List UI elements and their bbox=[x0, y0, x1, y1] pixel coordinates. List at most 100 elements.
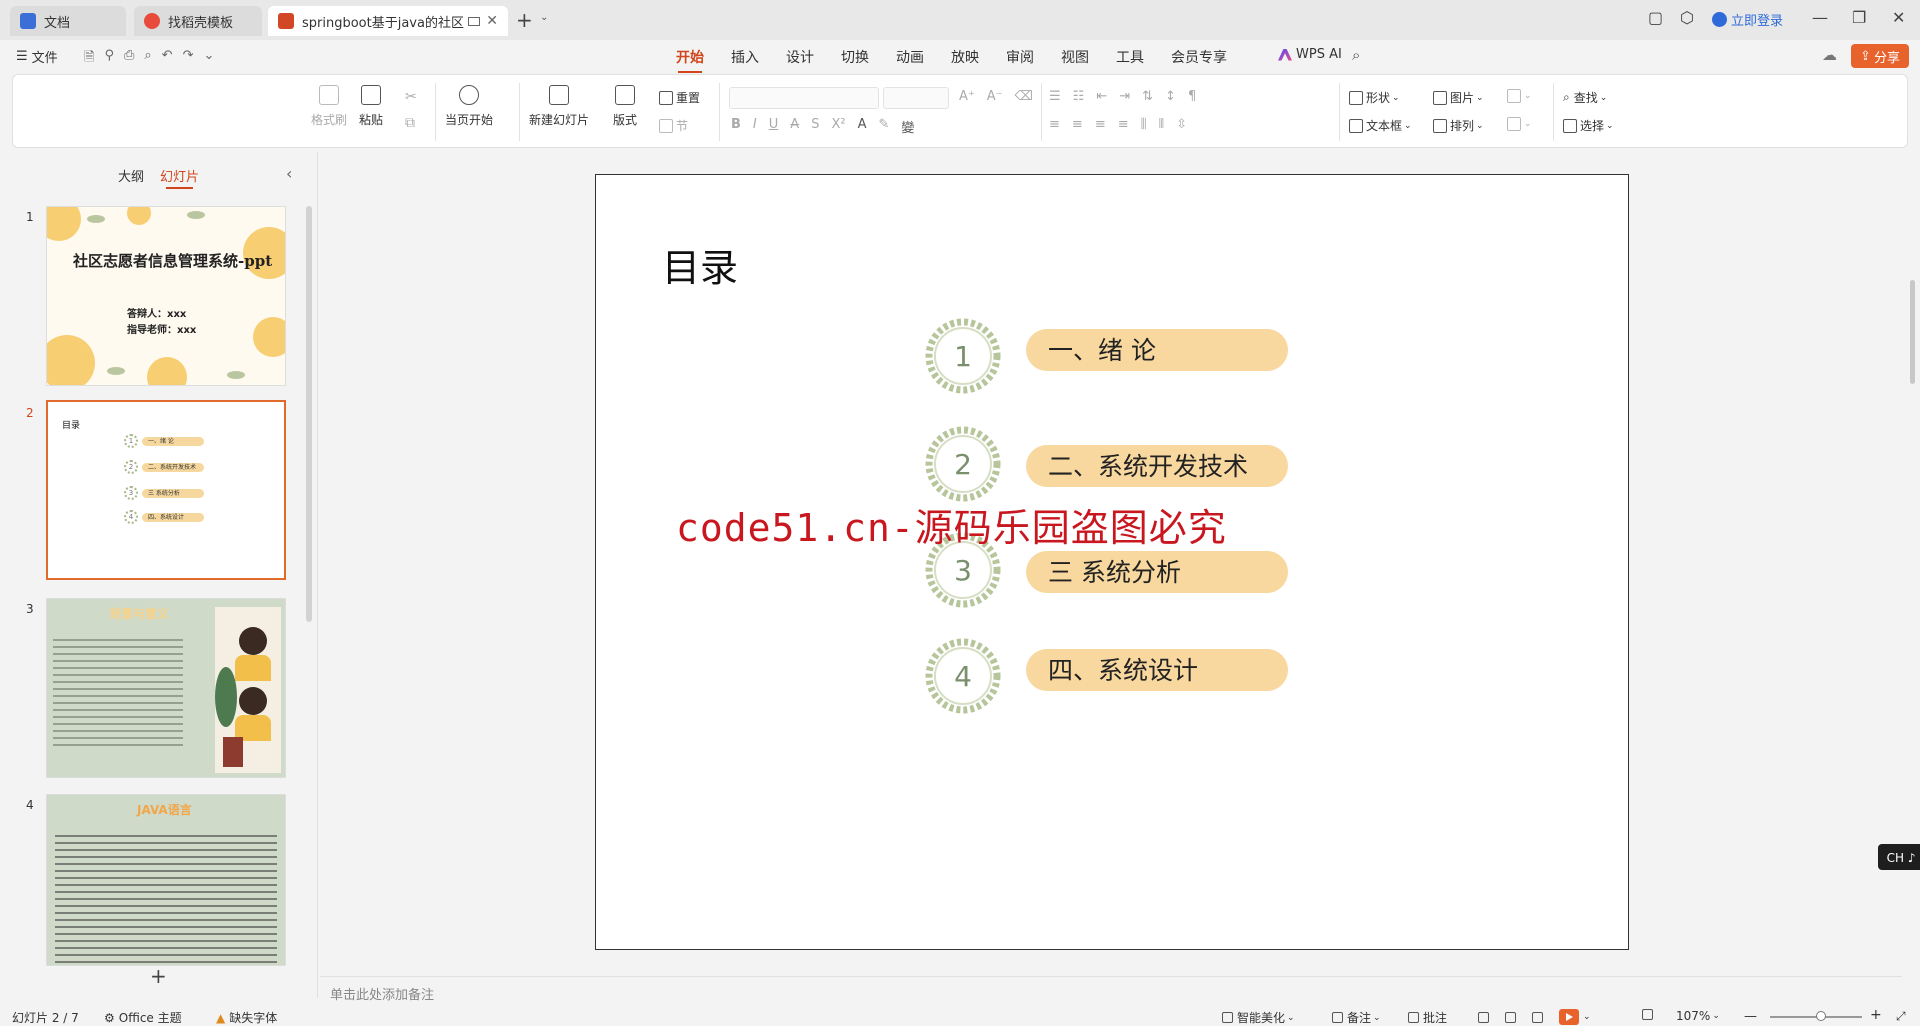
close-window-icon[interactable]: ✕ bbox=[1892, 8, 1905, 27]
italic-icon[interactable]: I bbox=[753, 117, 757, 136]
comments-button[interactable]: 批注 bbox=[1408, 1009, 1447, 1026]
columns-icon[interactable]: ⫴ bbox=[1159, 117, 1164, 132]
line-spacing-icon[interactable]: ↕ bbox=[1165, 89, 1176, 104]
search-icon[interactable]: ⌕ bbox=[1352, 46, 1360, 64]
decrease-indent-icon[interactable]: ⇤ bbox=[1096, 89, 1107, 104]
tab-transitions[interactable]: 切换 bbox=[841, 47, 869, 67]
missing-font-button[interactable]: ▲ 缺失字体 bbox=[216, 1009, 277, 1026]
tab-presentation[interactable]: springboot基于java的社区志 ✕ bbox=[268, 6, 508, 36]
number-ring-2[interactable]: 2 bbox=[922, 423, 1004, 505]
justify-icon[interactable]: ≡ bbox=[1118, 117, 1129, 132]
print-icon[interactable]: ⎙ bbox=[124, 48, 134, 70]
toc-item-4[interactable]: 四、系统设计 bbox=[1026, 649, 1288, 691]
slideshow-play-icon[interactable] bbox=[1559, 1009, 1579, 1025]
textbox-button[interactable]: 文本框 ⌄ bbox=[1349, 117, 1412, 134]
slide-sorter-icon[interactable] bbox=[1505, 1011, 1516, 1023]
font-color-icon[interactable]: A bbox=[858, 117, 867, 136]
ime-indicator[interactable]: CH ♪ 简 bbox=[1878, 844, 1920, 870]
tab-member[interactable]: 会员专享 bbox=[1171, 47, 1227, 67]
underline-icon[interactable]: U bbox=[769, 117, 779, 136]
reading-view-icon[interactable] bbox=[1532, 1011, 1543, 1023]
normal-view-icon[interactable] bbox=[1478, 1011, 1489, 1023]
shadow-icon[interactable]: S bbox=[811, 117, 819, 136]
align-center-icon[interactable]: ≡ bbox=[1072, 117, 1083, 132]
copy-icon[interactable]: ⧉ bbox=[405, 115, 415, 131]
fit-slide-icon[interactable]: ⤢ bbox=[1896, 1009, 1906, 1024]
tab-review[interactable]: 审阅 bbox=[1006, 47, 1034, 67]
window-layout-icon[interactable]: ▢ bbox=[1648, 8, 1663, 27]
tab-daoke-templates[interactable]: 找稻壳模板 bbox=[134, 6, 262, 36]
login-button[interactable]: 立即登录 bbox=[1712, 10, 1783, 29]
distribute-icon[interactable]: ⫼ bbox=[1141, 117, 1147, 132]
paste-button[interactable]: 粘贴 bbox=[359, 85, 383, 128]
number-ring-1[interactable]: 1 bbox=[922, 315, 1004, 397]
tab-animations[interactable]: 动画 bbox=[896, 47, 924, 67]
tab-slides[interactable]: 幻灯片 bbox=[160, 166, 199, 189]
zoom-out-icon[interactable]: — bbox=[1744, 1009, 1757, 1024]
toc-item-3[interactable]: 三 系统分析 bbox=[1026, 551, 1288, 593]
layout-button[interactable]: 版式 bbox=[613, 85, 637, 128]
tab-tools[interactable]: 工具 bbox=[1116, 47, 1144, 67]
tab-outline[interactable]: 大纲 bbox=[118, 166, 144, 185]
toc-item-1[interactable]: 一、绪 论 bbox=[1026, 329, 1288, 371]
outline-button[interactable]: ⌄ bbox=[1507, 117, 1532, 131]
share-link-icon[interactable]: ⚲ bbox=[104, 48, 114, 70]
font-family-select[interactable] bbox=[729, 87, 879, 109]
cloud-sync-icon[interactable]: ☁ bbox=[1822, 46, 1837, 64]
save-icon[interactable]: 🗎 bbox=[84, 48, 94, 70]
shape-button[interactable]: 形状 ⌄ bbox=[1349, 89, 1400, 106]
notes-toggle-button[interactable]: 备注 ⌄ bbox=[1332, 1009, 1381, 1026]
tab-home[interactable]: 开始 bbox=[676, 47, 704, 73]
paragraph-icon[interactable]: ¶ bbox=[1188, 89, 1196, 104]
reset-button[interactable]: 重置 bbox=[659, 89, 700, 106]
number-ring-4[interactable]: 4 bbox=[922, 635, 1004, 717]
notes-placeholder[interactable]: 单击此处添加备注 bbox=[330, 984, 434, 1003]
select-button[interactable]: 选择 ⌄ bbox=[1563, 117, 1614, 134]
chevron-down-icon[interactable]: ⌄ bbox=[540, 12, 548, 23]
zoom-in-icon[interactable]: + bbox=[1870, 1007, 1882, 1023]
collapse-panel-icon[interactable]: ‹ bbox=[286, 164, 292, 183]
add-slide-icon[interactable]: + bbox=[150, 964, 167, 988]
text-direction-icon[interactable]: ⇅ bbox=[1142, 89, 1153, 104]
char-spacing-icon[interactable]: 變 bbox=[901, 117, 914, 136]
tab-design[interactable]: 设计 bbox=[786, 47, 814, 67]
slide-canvas[interactable]: 目录 1 一、绪 论 2 二、系统开发技术 3 三 系统分析 4 四、系统设计 … bbox=[595, 174, 1629, 950]
tab-documents[interactable]: 文档 bbox=[10, 6, 126, 36]
slide-title[interactable]: 目录 bbox=[662, 237, 738, 292]
slide-thumbnail-1[interactable]: 社区志愿者信息管理系统-ppt 答辩人：xxx 指导老师：xxx bbox=[46, 206, 286, 386]
format-painter-button[interactable]: 格式刷 bbox=[311, 85, 347, 128]
start-from-current-button[interactable]: 当页开始 bbox=[445, 85, 493, 128]
numbering-icon[interactable]: ☷ bbox=[1073, 89, 1085, 104]
highlight-icon[interactable]: ✎ bbox=[878, 117, 889, 136]
chevron-down-icon[interactable]: ⌄ bbox=[1583, 1012, 1591, 1022]
increase-font-icon[interactable]: A⁺ bbox=[959, 89, 975, 104]
print-preview-icon[interactable]: ⌕ bbox=[144, 48, 151, 70]
fill-button[interactable]: ⌄ bbox=[1507, 89, 1532, 103]
section-button[interactable]: 节 bbox=[659, 117, 688, 134]
tab-insert[interactable]: 插入 bbox=[731, 47, 759, 67]
minimize-icon[interactable]: — bbox=[1812, 8, 1828, 27]
slide-thumbnail-2[interactable]: 目录 1 一、绪 论 2 二、系统开发技术 3 三 系统分析 4 四、系统设计 bbox=[46, 400, 286, 580]
align-left-icon[interactable]: ≡ bbox=[1049, 117, 1060, 132]
spacing-icon[interactable]: ⇳ bbox=[1176, 117, 1187, 132]
slide-thumbnail-4[interactable]: JAVA语言 bbox=[46, 794, 286, 966]
bullets-icon[interactable]: ☰ bbox=[1049, 89, 1061, 104]
new-tab-icon[interactable]: + bbox=[516, 8, 533, 32]
new-slide-button[interactable]: 新建幻灯片 bbox=[529, 85, 589, 128]
smart-beautify-button[interactable]: 智能美化 ⌄ bbox=[1222, 1009, 1295, 1026]
redo-icon[interactable]: ↷ bbox=[183, 48, 194, 70]
superscript-icon[interactable]: X² bbox=[831, 117, 845, 136]
slide-thumbnail-3[interactable]: 背景与意义 bbox=[46, 598, 286, 778]
notes-pane[interactable]: 单击此处添加备注 bbox=[320, 976, 1902, 1006]
theme-button[interactable]: ⚙ Office 主题 bbox=[104, 1009, 182, 1026]
cube-icon[interactable]: ⬡ bbox=[1680, 8, 1694, 27]
panel-scrollbar[interactable] bbox=[306, 206, 312, 622]
close-tab-icon[interactable]: ✕ bbox=[486, 13, 498, 29]
arrange-button[interactable]: 排列 ⌄ bbox=[1433, 117, 1484, 134]
strikethrough-icon[interactable]: A bbox=[790, 117, 799, 136]
find-button[interactable]: ⌕ 查找 ⌄ bbox=[1563, 89, 1607, 106]
bold-icon[interactable]: B bbox=[731, 117, 741, 136]
screen-icon[interactable] bbox=[468, 16, 481, 26]
toc-item-2[interactable]: 二、系统开发技术 bbox=[1026, 445, 1288, 487]
restore-icon[interactable]: ❐ bbox=[1852, 8, 1866, 27]
